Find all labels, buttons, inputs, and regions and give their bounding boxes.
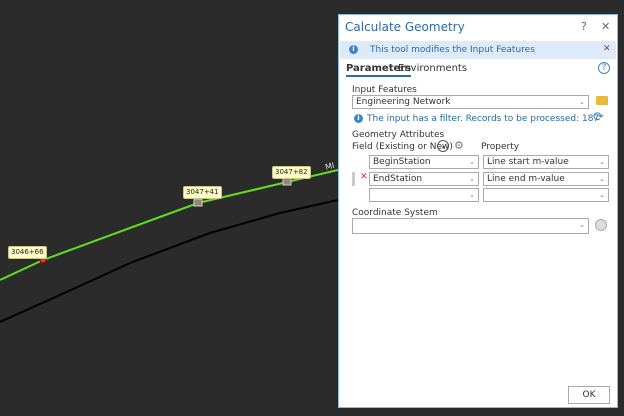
close-button[interactable]: ✕ <box>601 20 610 33</box>
station-label: 3047+82 <box>272 166 311 179</box>
geometry-attributes-label: Geometry Attributes <box>352 130 445 140</box>
property-dropdown-row-3[interactable]: ⌄ <box>483 188 609 202</box>
chevron-down-icon: ⌄ <box>599 175 605 183</box>
field-value: EndStation <box>373 174 423 184</box>
property-dropdown-row-2[interactable]: Line end m-value ⌄ <box>483 172 609 186</box>
coordinate-system-label: Coordinate System <box>352 208 438 218</box>
green-route-line <box>0 169 338 281</box>
dismiss-banner-icon[interactable]: ✕ <box>603 44 611 54</box>
station-marker <box>282 177 292 186</box>
coordinate-system-dropdown[interactable]: ⌄ <box>352 218 589 234</box>
property-dropdown-row-1[interactable]: Line start m-value ⌄ <box>483 155 609 169</box>
globe-icon[interactable] <box>595 219 607 231</box>
chevron-down-icon: ⌄ <box>579 98 585 106</box>
field-dropdown-row-2[interactable]: EndStation ⌄ <box>369 172 479 186</box>
property-value: Line start m-value <box>487 157 569 167</box>
ok-button[interactable]: OK <box>568 386 610 404</box>
property-header: Property <box>481 142 520 152</box>
help-circle-icon[interactable]: ? <box>598 62 610 74</box>
chevron-down-icon: ⌄ <box>469 175 475 183</box>
property-value: Line end m-value <box>487 174 565 184</box>
help-button[interactable]: ? <box>581 20 587 33</box>
remove-row-icon[interactable]: ✕ <box>360 172 368 182</box>
expand-circle-icon[interactable]: ⌄ <box>437 140 449 152</box>
chevron-down-icon: ⌄ <box>579 221 585 229</box>
chevron-down-icon: ⌄ <box>599 191 605 199</box>
map-canvas[interactable]: MI <box>0 0 338 416</box>
filter-message: The input has a filter. Records to be pr… <box>367 114 600 124</box>
black-line-feature <box>0 199 338 323</box>
dialog-title: Calculate Geometry <box>345 20 465 34</box>
input-features-dropdown[interactable]: Engineering Network ⌄ <box>352 95 589 109</box>
input-features-value: Engineering Network <box>356 97 451 107</box>
field-value: BeginStation <box>373 157 431 167</box>
info-banner: i This tool modifies the Input Features … <box>340 41 616 59</box>
row-drag-handle[interactable] <box>352 172 355 186</box>
station-marker <box>193 198 203 207</box>
info-banner-text: This tool modifies the Input Features <box>370 45 535 55</box>
info-icon: i <box>349 45 358 54</box>
station-label: 3046+66 <box>8 246 47 259</box>
field-dropdown-row-1[interactable]: BeginStation ⌄ <box>369 155 479 169</box>
field-dropdown-row-3[interactable]: ⌄ <box>369 188 479 202</box>
folder-icon[interactable] <box>596 96 608 105</box>
chevron-down-icon: ⌄ <box>469 158 475 166</box>
station-label: 3047+41 <box>183 186 222 199</box>
gear-icon[interactable]: ⚙ <box>454 139 464 152</box>
calculate-geometry-dialog: Calculate Geometry ? ✕ i This tool modif… <box>338 14 618 408</box>
input-features-label: Input Features <box>352 85 417 95</box>
tab-environments[interactable]: Environments <box>398 63 467 74</box>
chevron-down-icon: ⌄ <box>599 158 605 166</box>
chevron-down-icon: ⌄ <box>469 191 475 199</box>
refresh-icon[interactable]: ⟳ <box>593 110 604 125</box>
info-icon: i <box>354 114 363 123</box>
